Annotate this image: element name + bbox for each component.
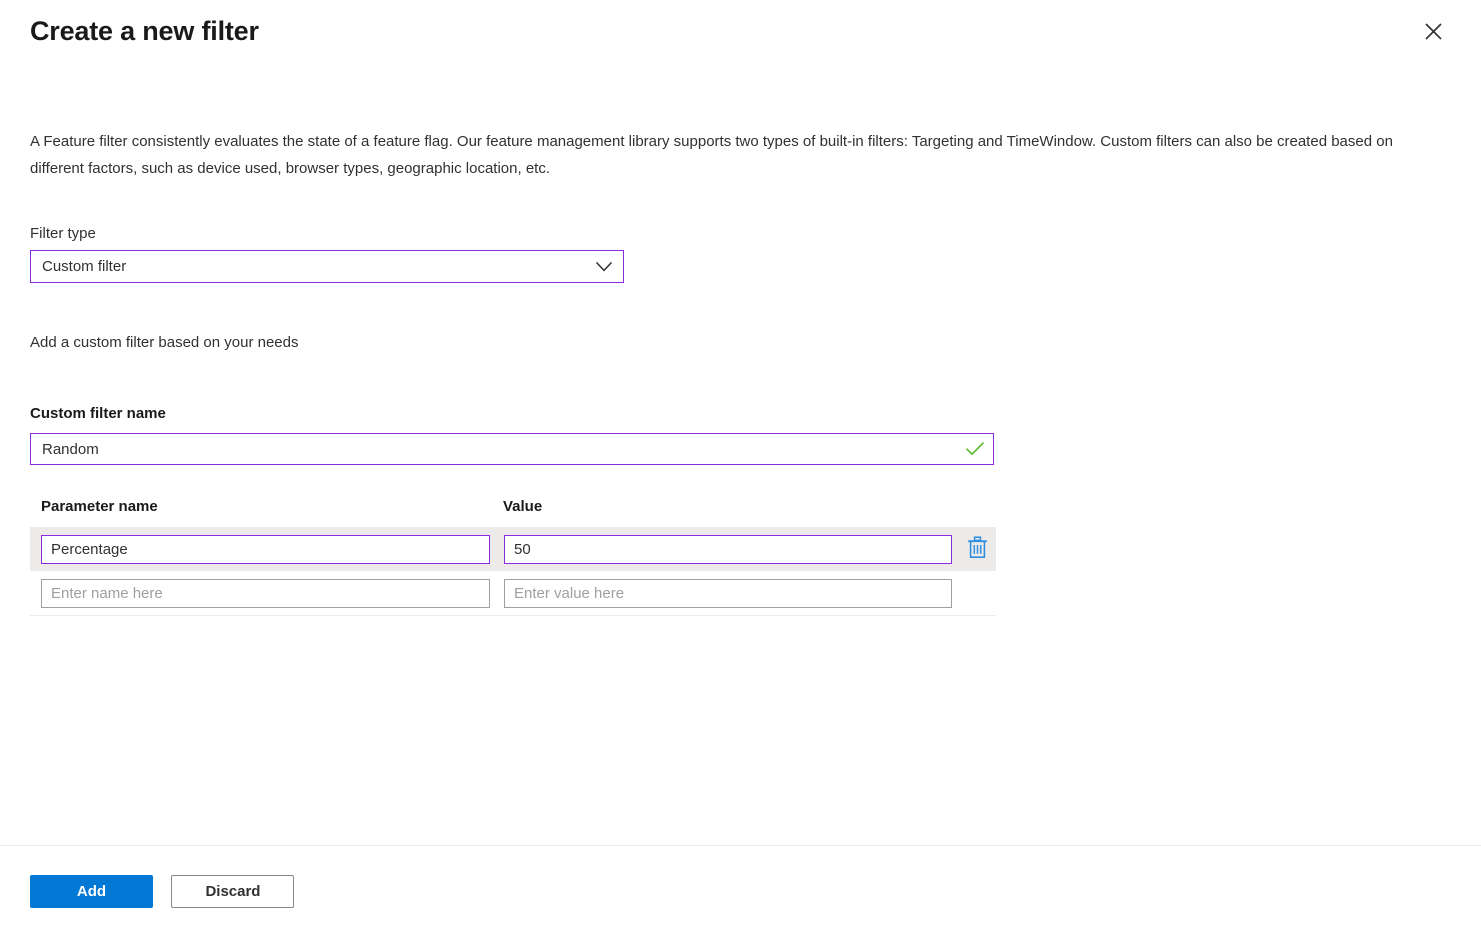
panel-body: A Feature filter consistently evaluates … — [0, 62, 1481, 845]
delete-parameter-button-0[interactable] — [961, 533, 993, 565]
custom-filter-name-field[interactable] — [30, 433, 994, 465]
custom-filter-hint: Add a custom filter based on your needs — [30, 334, 299, 351]
filter-description: A Feature filter consistently evaluates … — [30, 133, 1393, 177]
column-header-value: Value — [503, 498, 543, 515]
checkmark-icon — [966, 440, 984, 458]
custom-filter-name-input[interactable] — [31, 434, 993, 464]
filter-type-label: Filter type — [30, 225, 96, 242]
parameter-name-input-1[interactable] — [41, 578, 490, 608]
discard-button[interactable]: Discard — [171, 875, 295, 908]
parameters-table: Parameter name Value — [30, 497, 996, 616]
parameter-value-input-0[interactable] — [504, 534, 952, 564]
chevron-down-icon — [594, 257, 614, 277]
table-row — [30, 571, 996, 616]
custom-filter-name-label: Custom filter name — [30, 405, 166, 422]
close-icon — [1424, 22, 1442, 40]
close-button[interactable] — [1414, 12, 1452, 50]
create-filter-panel: Create a new filter A Feature filter con… — [0, 0, 1481, 942]
panel-footer: Add Discard — [0, 845, 1481, 942]
parameter-value-input-1[interactable] — [504, 578, 952, 608]
filter-type-dropdown[interactable]: Custom filter — [30, 250, 624, 283]
filter-type-selected-value: Custom filter — [42, 257, 127, 275]
trash-icon — [967, 536, 988, 562]
parameters-table-header: Parameter name Value — [30, 497, 996, 517]
panel-header: Create a new filter — [0, 0, 1481, 62]
parameter-name-input-0[interactable] — [41, 534, 490, 564]
table-row — [30, 527, 996, 571]
column-header-parameter-name: Parameter name — [41, 498, 158, 515]
add-button[interactable]: Add — [30, 875, 153, 908]
page-title: Create a new filter — [30, 16, 259, 46]
